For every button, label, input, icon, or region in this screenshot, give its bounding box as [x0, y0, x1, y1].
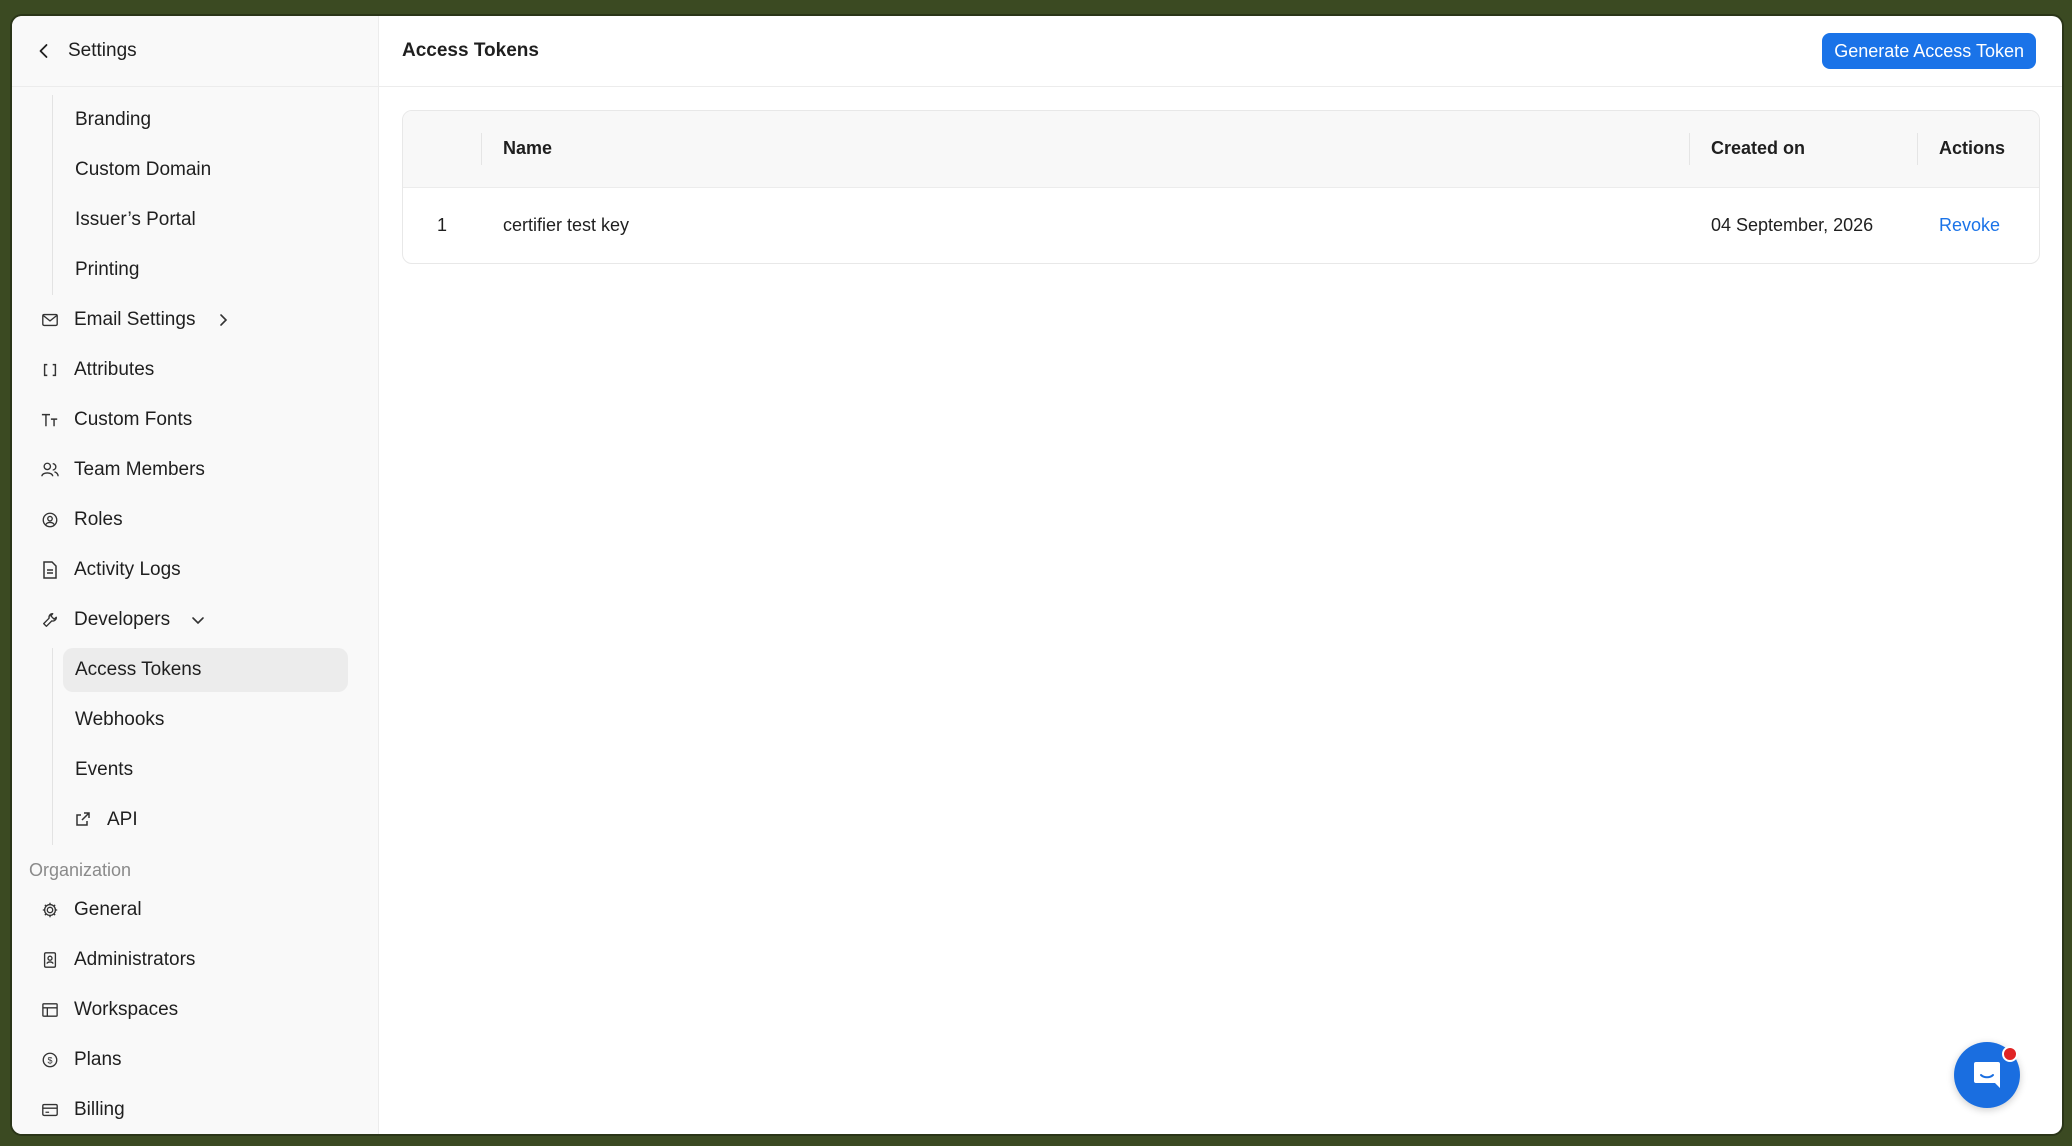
sidebar-item-label: Administrators	[74, 949, 196, 970]
sidebar-item-issuers-portal[interactable]: Issuer’s Portal	[63, 195, 348, 245]
sidebar-item-events[interactable]: Events	[63, 745, 348, 795]
developers-subgroup: Access Tokens Webhooks Events API	[52, 648, 378, 845]
chevron-right-icon	[215, 312, 231, 328]
column-header-name: Name	[481, 111, 1689, 187]
sidebar-item-label: API	[107, 809, 138, 830]
app-window: Settings Branding Custom Domain Issuer’s…	[12, 16, 2062, 1134]
brackets-icon	[40, 360, 60, 380]
sidebar-item-label: Custom Domain	[75, 159, 212, 180]
token-created-on: 04 September, 2026	[1711, 214, 1874, 235]
sidebar-item-label: Attributes	[74, 359, 155, 380]
sidebar-item-email-settings[interactable]: Email Settings	[12, 295, 378, 345]
column-header-index	[403, 111, 481, 187]
text-type-icon	[40, 410, 60, 430]
sidebar-item-activity-logs[interactable]: Activity Logs	[12, 545, 378, 595]
sidebar-item-printing[interactable]: Printing	[63, 245, 348, 295]
settings-title: Settings	[68, 40, 137, 61]
gear-icon	[40, 900, 60, 920]
notification-dot	[2002, 1046, 2018, 1062]
sidebar-item-branding[interactable]: Branding	[63, 95, 348, 145]
mail-icon	[40, 310, 60, 330]
revoke-link[interactable]: Revoke	[1939, 215, 2000, 235]
external-link-icon	[75, 811, 93, 829]
badge-icon	[40, 950, 60, 970]
sidebar-item-label: Custom Fonts	[74, 409, 193, 430]
page-header: Access Tokens Generate Access Token	[379, 16, 2062, 87]
settings-sidebar: Settings Branding Custom Domain Issuer’s…	[12, 16, 379, 1134]
main-content: Access Tokens Generate Access Token Name…	[379, 16, 2062, 1134]
chevron-down-icon	[190, 612, 206, 628]
sidebar-item-label: Webhooks	[75, 709, 165, 730]
sidebar-item-roles[interactable]: Roles	[12, 495, 378, 545]
organization-section-label: Organization	[29, 860, 132, 880]
sidebar-item-label: Printing	[75, 259, 140, 280]
access-tokens-table: Name Created on Actions 1 certifier test…	[402, 110, 2040, 264]
sidebar-item-label: Activity Logs	[74, 559, 181, 580]
page-title: Access Tokens	[402, 40, 539, 61]
sidebar-item-billing[interactable]: Billing	[12, 1085, 378, 1134]
card-icon	[40, 1100, 60, 1120]
dollar-circle-icon: $	[40, 1050, 60, 1070]
sidebar-item-custom-fonts[interactable]: Custom Fonts	[12, 395, 378, 445]
sidebar-item-general[interactable]: General	[12, 885, 378, 935]
sidebar-item-developers[interactable]: Developers	[12, 595, 378, 645]
column-header-actions: Actions	[1917, 111, 2039, 187]
sidebar-item-label: Billing	[74, 1099, 125, 1120]
document-icon	[40, 560, 60, 580]
column-header-created-on: Created on	[1689, 111, 1917, 187]
wrench-icon	[40, 610, 60, 630]
layout-icon	[40, 1000, 60, 1020]
sidebar-item-access-tokens[interactable]: Access Tokens	[63, 648, 348, 692]
sidebar-item-label: General	[74, 899, 142, 920]
svg-text:$: $	[47, 1056, 52, 1066]
generate-access-token-button[interactable]: Generate Access Token	[1822, 33, 2036, 69]
chat-launcher-button[interactable]	[1954, 1042, 2020, 1108]
sidebar-item-team-members[interactable]: Team Members	[12, 445, 378, 495]
sidebar-item-label: Developers	[74, 609, 171, 630]
sidebar-item-custom-domain[interactable]: Custom Domain	[63, 145, 348, 195]
sidebar-item-plans[interactable]: $ Plans	[12, 1035, 378, 1085]
sidebar-item-label: Workspaces	[74, 999, 179, 1020]
token-name: certifier test key	[503, 214, 630, 235]
branding-subgroup: Branding Custom Domain Issuer’s Portal P…	[52, 95, 378, 295]
sidebar-item-workspaces[interactable]: Workspaces	[12, 985, 378, 1035]
sidebar-item-label: Access Tokens	[75, 659, 202, 680]
table-header-row: Name Created on Actions	[403, 111, 2039, 187]
sidebar-item-label: Issuer’s Portal	[75, 209, 196, 230]
sidebar-item-webhooks[interactable]: Webhooks	[63, 695, 348, 745]
sidebar-item-label: Branding	[75, 109, 152, 130]
role-icon	[40, 510, 60, 530]
sidebar-item-label: Events	[75, 759, 134, 780]
chat-icon	[1974, 1062, 2000, 1088]
back-to-settings[interactable]: Settings	[12, 16, 378, 87]
chevron-left-icon	[39, 44, 48, 58]
sidebar-item-attributes[interactable]: Attributes	[12, 345, 378, 395]
sidebar-item-label: Roles	[74, 509, 123, 530]
sidebar-item-label: Email Settings	[74, 309, 196, 330]
team-icon	[40, 460, 60, 480]
sidebar-item-label: Team Members	[74, 459, 205, 480]
sidebar-item-api[interactable]: API	[63, 795, 348, 845]
row-index: 1	[436, 214, 447, 235]
sidebar-item-label: Plans	[74, 1049, 122, 1070]
table-row: 1 certifier test key 04 September, 2026 …	[403, 187, 2039, 263]
sidebar-item-administrators[interactable]: Administrators	[12, 935, 378, 985]
